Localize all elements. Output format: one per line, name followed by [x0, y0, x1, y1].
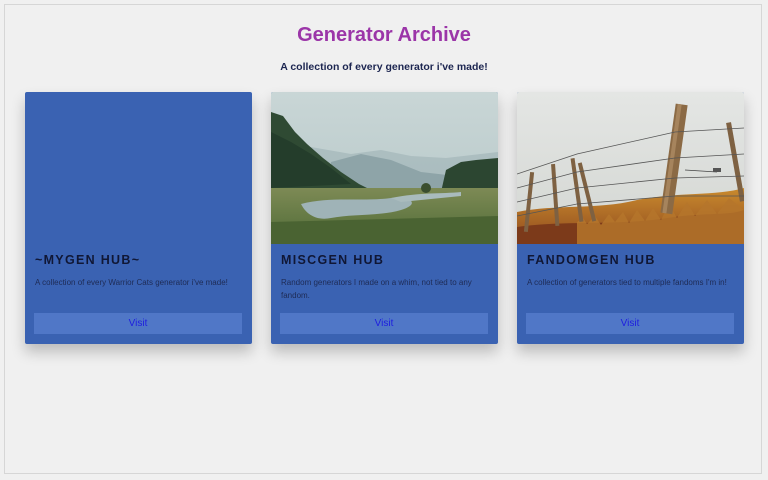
card-description: A collection of every Warrior Cats gener… [35, 278, 228, 287]
card-title: MISCGEN HUB [281, 253, 385, 267]
card-image-landscape [271, 92, 498, 244]
card-title: ~MYGEN HUB~ [35, 253, 141, 267]
card-description: A collection of generators tied to multi… [527, 278, 727, 287]
card-image-fence [517, 92, 744, 244]
visit-button[interactable]: Visit [526, 313, 734, 334]
card-title: FANDOMGEN HUB [527, 253, 656, 267]
card-description: Random generators I made on a whim, not … [281, 278, 472, 300]
card-miscgen-hub: MISCGEN HUB Random generators I made on … [271, 92, 498, 344]
card-image-placeholder [25, 92, 252, 244]
page-subtitle: A collection of every generator i've mad… [280, 61, 488, 73]
visit-button[interactable]: Visit [34, 313, 242, 334]
card-mygen-hub: ~MYGEN HUB~ A collection of every Warrio… [25, 92, 252, 344]
visit-button[interactable]: Visit [280, 313, 488, 334]
page-title: Generator Archive [297, 24, 471, 46]
card-fandomgen-hub: FANDOMGEN HUB A collection of generators… [517, 92, 744, 344]
